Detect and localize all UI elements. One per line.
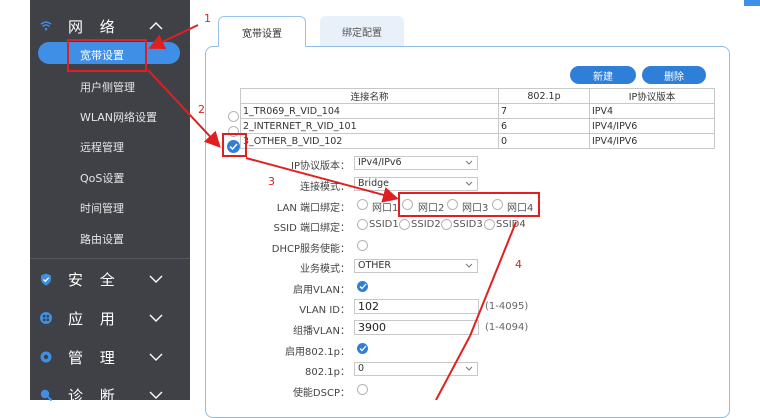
- arrow-2: [147, 69, 221, 148]
- annotation-arrows: [147, 24, 517, 400]
- arrow-4-line: [435, 335, 471, 400]
- annotation-label-2: 2: [198, 103, 205, 116]
- annotation-label-3: 3: [268, 175, 275, 188]
- annotation-label-4: 4: [515, 258, 522, 271]
- annotation-label-1: 1: [204, 12, 211, 25]
- arrow-1: [148, 24, 199, 50]
- arrow-4-start: [469, 221, 517, 337]
